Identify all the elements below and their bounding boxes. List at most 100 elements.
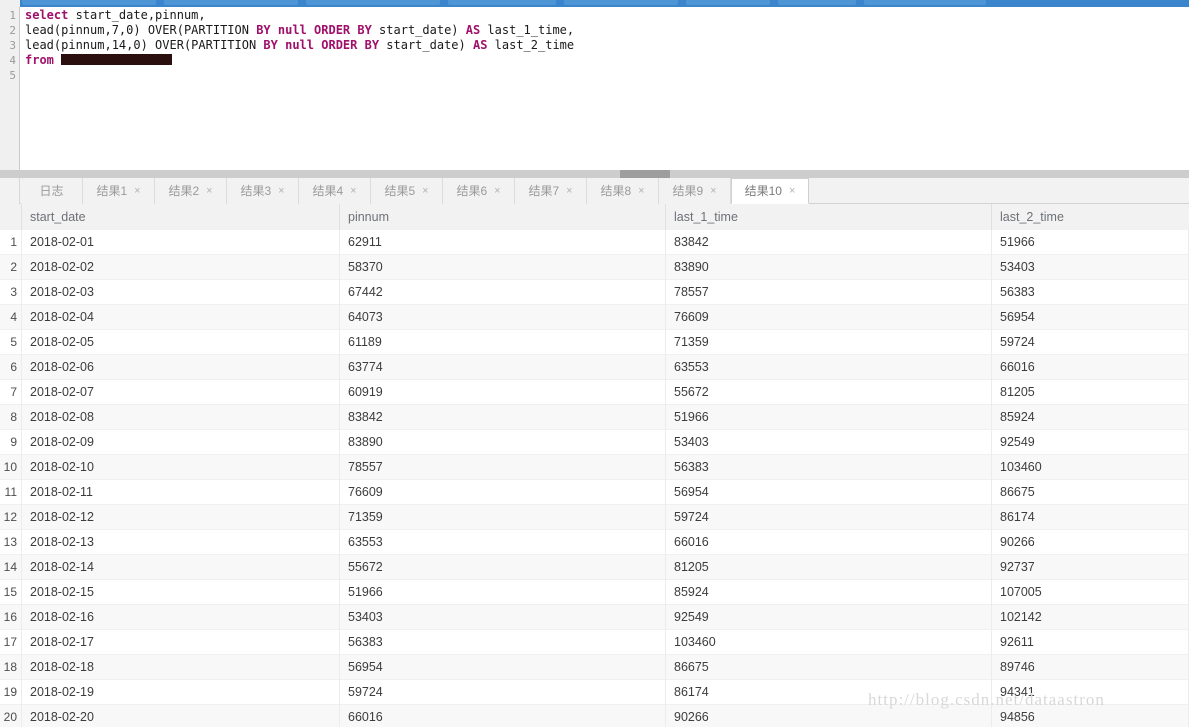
close-icon[interactable]: ×: [206, 178, 212, 204]
column-header-last_1_time[interactable]: last_1_time: [666, 204, 992, 230]
cell-start_date[interactable]: 2018-02-11: [22, 480, 340, 505]
cell-pinnum[interactable]: 60919: [340, 380, 666, 405]
close-icon[interactable]: ×: [710, 178, 716, 204]
result-tab[interactable]: 结果3 ×: [227, 178, 299, 204]
cell-last_1_time[interactable]: 90266: [666, 705, 992, 727]
cell-last_1_time[interactable]: 56383: [666, 455, 992, 480]
cell-start_date[interactable]: 2018-02-10: [22, 455, 340, 480]
top-tab-segment[interactable]: [306, 0, 440, 5]
result-tab[interactable]: 结果8 ×: [587, 178, 659, 204]
close-icon[interactable]: ×: [789, 178, 795, 204]
top-tab-segment[interactable]: [778, 0, 856, 5]
cell-start_date[interactable]: 2018-02-08: [22, 405, 340, 430]
close-icon[interactable]: ×: [494, 178, 500, 204]
cell-last_2_time[interactable]: 66016: [992, 355, 1189, 380]
result-grid[interactable]: start_date pinnum last_1_time last_2_time 1…: [0, 204, 1189, 727]
cell-last_2_time[interactable]: 103460: [992, 455, 1189, 480]
result-tab[interactable]: 结果10 ×: [731, 178, 809, 204]
result-tab-bar[interactable]: 日志 结果1 × 结果2 × 结果3 × 结果4 × 结果5 × 结果6 × 结果7 × 结果8 × 结果9 × 结果…: [0, 178, 1189, 204]
table-row[interactable]: 11 2018-02-11 76609 56954 86675: [0, 480, 1189, 505]
table-row[interactable]: 9 2018-02-09 83890 53403 92549: [0, 430, 1189, 455]
editor-horizontal-scrollbar[interactable]: [0, 170, 1189, 178]
cell-last_2_time[interactable]: 92611: [992, 630, 1189, 655]
result-grid-body[interactable]: 1 2018-02-01 62911 83842 51966 2 2018-02-02 583…: [0, 230, 1189, 727]
top-tab-segment[interactable]: [448, 0, 556, 5]
cell-last_1_time[interactable]: 55672: [666, 380, 992, 405]
sql-code-line[interactable]: [21, 68, 1189, 83]
cell-pinnum[interactable]: 61189: [340, 330, 666, 355]
cell-start_date[interactable]: 2018-02-03: [22, 280, 340, 305]
cell-pinnum[interactable]: 53403: [340, 605, 666, 630]
cell-start_date[interactable]: 2018-02-16: [22, 605, 340, 630]
cell-last_2_time[interactable]: 53403: [992, 255, 1189, 280]
scrollbar-thumb[interactable]: [620, 170, 670, 178]
cell-last_1_time[interactable]: 63553: [666, 355, 992, 380]
cell-start_date[interactable]: 2018-02-05: [22, 330, 340, 355]
cell-last_1_time[interactable]: 59724: [666, 505, 992, 530]
cell-pinnum[interactable]: 64073: [340, 305, 666, 330]
cell-pinnum[interactable]: 56954: [340, 655, 666, 680]
cell-last_2_time[interactable]: 81205: [992, 380, 1189, 405]
cell-last_2_time[interactable]: 85924: [992, 405, 1189, 430]
cell-pinnum[interactable]: 76609: [340, 480, 666, 505]
cell-pinnum[interactable]: 62911: [340, 230, 666, 255]
cell-start_date[interactable]: 2018-02-19: [22, 680, 340, 705]
cell-start_date[interactable]: 2018-02-04: [22, 305, 340, 330]
result-tab[interactable]: 结果6 ×: [443, 178, 515, 204]
cell-last_2_time[interactable]: 102142: [992, 605, 1189, 630]
cell-last_2_time[interactable]: 56954: [992, 305, 1189, 330]
table-row[interactable]: 19 2018-02-19 59724 86174 94341: [0, 680, 1189, 705]
table-row[interactable]: 3 2018-02-03 67442 78557 56383: [0, 280, 1189, 305]
cell-last_2_time[interactable]: 92549: [992, 430, 1189, 455]
cell-last_1_time[interactable]: 56954: [666, 480, 992, 505]
cell-last_1_time[interactable]: 71359: [666, 330, 992, 355]
close-icon[interactable]: ×: [350, 178, 356, 204]
top-tab-segment[interactable]: [164, 0, 298, 5]
top-tab-segment[interactable]: [686, 0, 770, 5]
cell-last_1_time[interactable]: 85924: [666, 580, 992, 605]
table-row[interactable]: 5 2018-02-05 61189 71359 59724: [0, 330, 1189, 355]
result-tab[interactable]: 结果2 ×: [155, 178, 227, 204]
column-header-pinnum[interactable]: pinnum: [340, 204, 666, 230]
sql-editor-pane[interactable]: 12345 select start_date,pinnum, lead(pinn…: [0, 7, 1189, 170]
table-row[interactable]: 20 2018-02-20 66016 90266 94856: [0, 705, 1189, 727]
cell-last_1_time[interactable]: 66016: [666, 530, 992, 555]
result-tab[interactable]: 日志: [21, 178, 83, 204]
cell-start_date[interactable]: 2018-02-02: [22, 255, 340, 280]
cell-last_1_time[interactable]: 76609: [666, 305, 992, 330]
cell-last_1_time[interactable]: 81205: [666, 555, 992, 580]
cell-pinnum[interactable]: 66016: [340, 705, 666, 727]
column-header-last_2_time[interactable]: last_2_time: [992, 204, 1189, 230]
cell-last_2_time[interactable]: 86675: [992, 480, 1189, 505]
cell-start_date[interactable]: 2018-02-20: [22, 705, 340, 727]
cell-last_1_time[interactable]: 78557: [666, 280, 992, 305]
cell-start_date[interactable]: 2018-02-13: [22, 530, 340, 555]
cell-start_date[interactable]: 2018-02-06: [22, 355, 340, 380]
close-icon[interactable]: ×: [422, 178, 428, 204]
cell-last_1_time[interactable]: 92549: [666, 605, 992, 630]
cell-pinnum[interactable]: 58370: [340, 255, 666, 280]
cell-pinnum[interactable]: 67442: [340, 280, 666, 305]
cell-last_2_time[interactable]: 94856: [992, 705, 1189, 727]
cell-start_date[interactable]: 2018-02-18: [22, 655, 340, 680]
sql-code-line[interactable]: lead(pinnum,14,0) OVER(PARTITION BY null…: [21, 38, 1189, 53]
cell-pinnum[interactable]: 51966: [340, 580, 666, 605]
cell-last_2_time[interactable]: 86174: [992, 505, 1189, 530]
table-row[interactable]: 16 2018-02-16 53403 92549 102142: [0, 605, 1189, 630]
sql-code-line[interactable]: select start_date,pinnum,: [21, 8, 1189, 23]
cell-last_2_time[interactable]: 90266: [992, 530, 1189, 555]
sql-code-line[interactable]: from: [21, 53, 1189, 68]
table-row[interactable]: 10 2018-02-10 78557 56383 103460: [0, 455, 1189, 480]
cell-last_2_time[interactable]: 107005: [992, 580, 1189, 605]
close-icon[interactable]: ×: [134, 178, 140, 204]
table-row[interactable]: 13 2018-02-13 63553 66016 90266: [0, 530, 1189, 555]
cell-pinnum[interactable]: 59724: [340, 680, 666, 705]
table-row[interactable]: 4 2018-02-04 64073 76609 56954: [0, 305, 1189, 330]
cell-last_2_time[interactable]: 51966: [992, 230, 1189, 255]
cell-start_date[interactable]: 2018-02-17: [22, 630, 340, 655]
table-row[interactable]: 6 2018-02-06 63774 63553 66016: [0, 355, 1189, 380]
table-row[interactable]: 14 2018-02-14 55672 81205 92737: [0, 555, 1189, 580]
column-header-start_date[interactable]: start_date: [22, 204, 340, 230]
cell-last_1_time[interactable]: 83842: [666, 230, 992, 255]
table-row[interactable]: 1 2018-02-01 62911 83842 51966: [0, 230, 1189, 255]
